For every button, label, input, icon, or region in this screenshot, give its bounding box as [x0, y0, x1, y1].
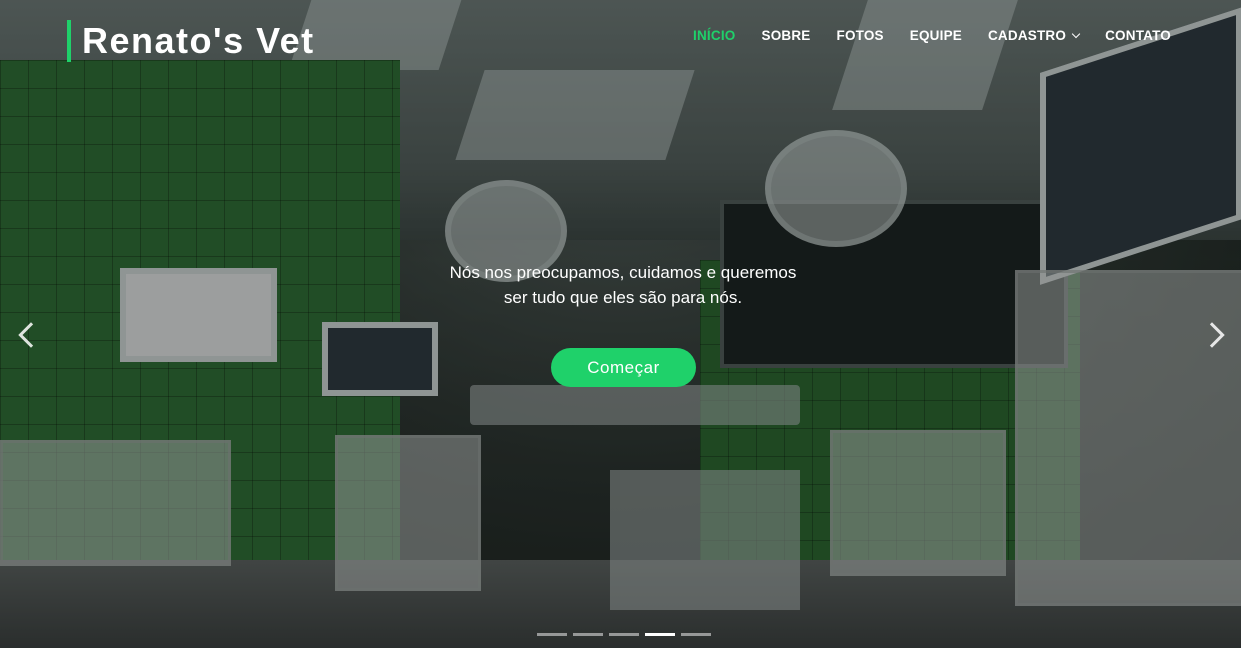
- carousel-indicator-active[interactable]: [645, 633, 675, 636]
- carousel-indicator[interactable]: [573, 633, 603, 636]
- carousel-indicator[interactable]: [537, 633, 567, 636]
- main-nav: INÍCIO SOBRE FOTOS EQUIPE CADASTRO CONTA…: [693, 28, 1171, 43]
- nav-item-inicio[interactable]: INÍCIO: [693, 28, 735, 43]
- site-logo[interactable]: Renato's Vet: [67, 20, 315, 62]
- hero-caption-line: ser tudo que eles são para nós.: [503, 288, 743, 307]
- carousel-indicator[interactable]: [681, 633, 711, 636]
- chevron-left-icon: [18, 322, 44, 348]
- chevron-down-icon: [1071, 29, 1081, 39]
- hero-caption: Nós nos preocupamos, cuidamos e queremos…: [420, 260, 826, 310]
- nav-item-cadastro[interactable]: CADASTRO: [987, 28, 1081, 43]
- nav-item-equipe[interactable]: EQUIPE: [910, 28, 962, 43]
- chevron-right-icon: [1199, 322, 1225, 348]
- nav-item-contato[interactable]: CONTATO: [1105, 28, 1171, 43]
- nav-item-sobre[interactable]: SOBRE: [761, 28, 810, 43]
- start-button[interactable]: Começar: [551, 348, 696, 387]
- nav-item-cadastro-label: CADASTRO: [987, 28, 1067, 43]
- carousel-prev-button[interactable]: [12, 320, 44, 350]
- carousel-indicator[interactable]: [609, 633, 639, 636]
- carousel-indicators: [537, 633, 711, 636]
- nav-item-fotos[interactable]: FOTOS: [837, 28, 884, 43]
- hero-carousel: Renato's Vet INÍCIO SOBRE FOTOS EQUIPE C…: [0, 0, 1241, 648]
- hero-overlay: [0, 0, 1241, 648]
- carousel-next-button[interactable]: [1199, 320, 1231, 350]
- site-title: Renato's Vet: [82, 20, 315, 61]
- hero-caption-line: Nós nos preocupamos, cuidamos e queremos: [449, 263, 797, 282]
